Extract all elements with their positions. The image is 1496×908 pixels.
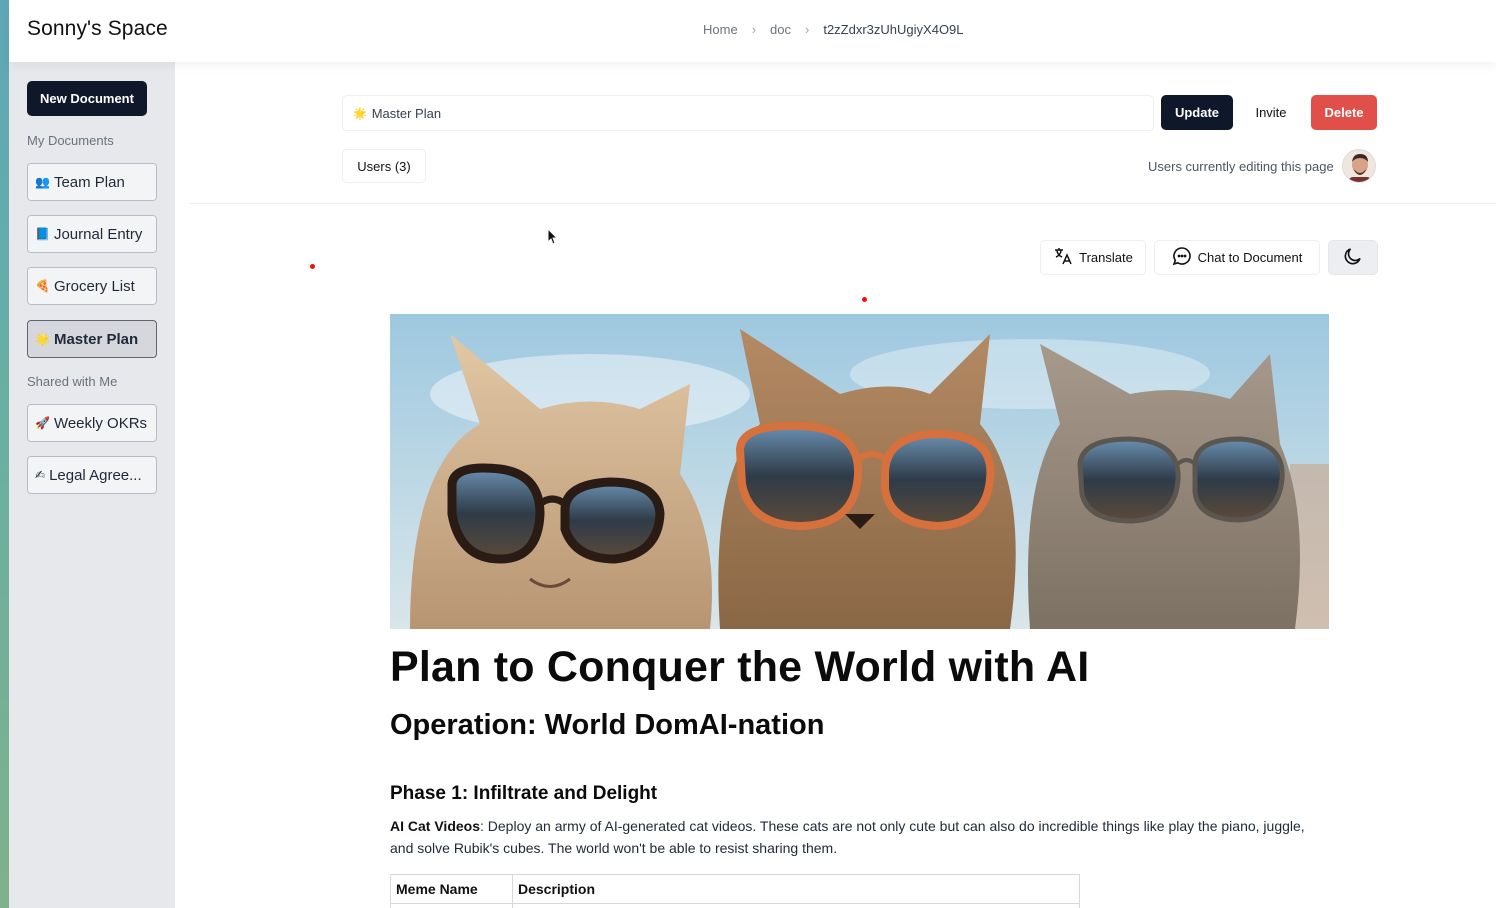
table-header-cell[interactable]: Description <box>512 874 1080 904</box>
paragraph-bold-term: AI Cat Videos <box>390 818 480 834</box>
document-header: 🌟 Master Plan Update Invite Delete Users… <box>190 66 1496 204</box>
sidebar: New Document My Documents 👥 Team Plan 📘 … <box>9 62 175 908</box>
document-heading-1[interactable]: Plan to Conquer the World with AI <box>390 643 1089 692</box>
message-circle-icon <box>1172 246 1192 269</box>
sidebar-item-label: Journal Entry <box>53 225 143 243</box>
breadcrumb-doc[interactable]: doc <box>770 22 791 37</box>
book-icon: 📘 <box>35 227 50 241</box>
shared-with-me-label: Shared with Me <box>27 374 118 389</box>
star-icon: 🌟 <box>353 107 367 120</box>
chat-label: Chat to Document <box>1197 250 1303 265</box>
top-bar: Sonny's Space Home › doc › t2zZdxr3zUhUg… <box>9 0 1496 62</box>
invite-button[interactable]: Invite <box>1243 95 1299 130</box>
window-edge <box>0 0 9 908</box>
table-header-cell[interactable]: Meme Name <box>390 874 513 904</box>
table-header-row: Meme Name Description <box>390 874 1080 904</box>
my-documents-label: My Documents <box>27 133 114 148</box>
rocket-icon: 🚀 <box>35 416 50 430</box>
users-editing-label: Users currently editing this page <box>1148 159 1334 174</box>
sidebar-item-label: Master Plan <box>53 330 139 348</box>
chat-to-document-button[interactable]: Chat to Document <box>1154 240 1320 275</box>
people-icon: 👥 <box>35 175 50 189</box>
collaborator-cursor-dot <box>862 297 867 302</box>
delete-button[interactable]: Delete <box>1311 95 1377 130</box>
document-paragraph[interactable]: AI Cat Videos: Deploy an army of AI-gene… <box>390 815 1320 859</box>
chevron-right-icon: › <box>805 22 810 37</box>
collaborator-cursor-dot <box>310 264 315 269</box>
chevron-right-icon: › <box>751 22 757 37</box>
sidebar-item-label: Weekly OKRs <box>53 414 148 432</box>
document-heading-3[interactable]: Phase 1: Infiltrate and Delight <box>390 783 657 805</box>
dark-mode-toggle[interactable] <box>1328 240 1378 275</box>
document-title-input[interactable]: 🌟 Master Plan <box>342 95 1154 131</box>
document-heading-2[interactable]: Operation: World DomAI-nation <box>390 709 824 742</box>
pizza-icon: 🍕 <box>35 279 50 293</box>
sidebar-item-label: Legal Agree... <box>49 466 142 484</box>
table-cell[interactable] <box>512 903 1080 908</box>
sidebar-item-journal-entry[interactable]: 📘 Journal Entry <box>27 215 157 253</box>
document-title-value: Master Plan <box>371 105 442 121</box>
translate-button[interactable]: Translate <box>1040 240 1146 275</box>
moon-icon <box>1342 245 1364 270</box>
avatar[interactable] <box>1342 149 1376 183</box>
meme-table[interactable]: Meme Name Description <box>390 874 1080 908</box>
sidebar-item-legal-agreement[interactable]: ✍ Legal Agree... <box>27 456 157 494</box>
sidebar-item-grocery-list[interactable]: 🍕 Grocery List <box>27 267 157 305</box>
table-row <box>390 903 1080 908</box>
cover-image <box>390 314 1329 629</box>
breadcrumb-home[interactable]: Home <box>703 22 738 37</box>
users-button[interactable]: Users (3) <box>342 149 426 183</box>
star-icon: 🌟 <box>35 332 50 346</box>
mouse-cursor-icon <box>547 227 559 251</box>
sidebar-item-label: Team Plan <box>53 173 125 191</box>
writing-hand-icon: ✍ <box>35 468 46 482</box>
translate-icon <box>1053 246 1073 269</box>
translate-label: Translate <box>1079 250 1133 265</box>
breadcrumb: Home › doc › t2zZdxr3zUhUgiyX4O9L <box>703 22 964 37</box>
sidebar-item-team-plan[interactable]: 👥 Team Plan <box>27 163 157 201</box>
new-document-button[interactable]: New Document <box>27 81 147 116</box>
sidebar-item-master-plan[interactable]: 🌟 Master Plan <box>27 320 157 358</box>
sidebar-item-weekly-okrs[interactable]: 🚀 Weekly OKRs <box>27 404 157 442</box>
table-cell[interactable] <box>390 903 513 908</box>
paragraph-text: : Deploy an army of AI-generated cat vid… <box>390 818 1305 856</box>
sidebar-item-label: Grocery List <box>53 277 135 295</box>
breadcrumb-current: t2zZdxr3zUhUgiyX4O9L <box>823 22 964 37</box>
app-title: Sonny's Space <box>27 17 168 40</box>
update-button[interactable]: Update <box>1161 95 1233 130</box>
